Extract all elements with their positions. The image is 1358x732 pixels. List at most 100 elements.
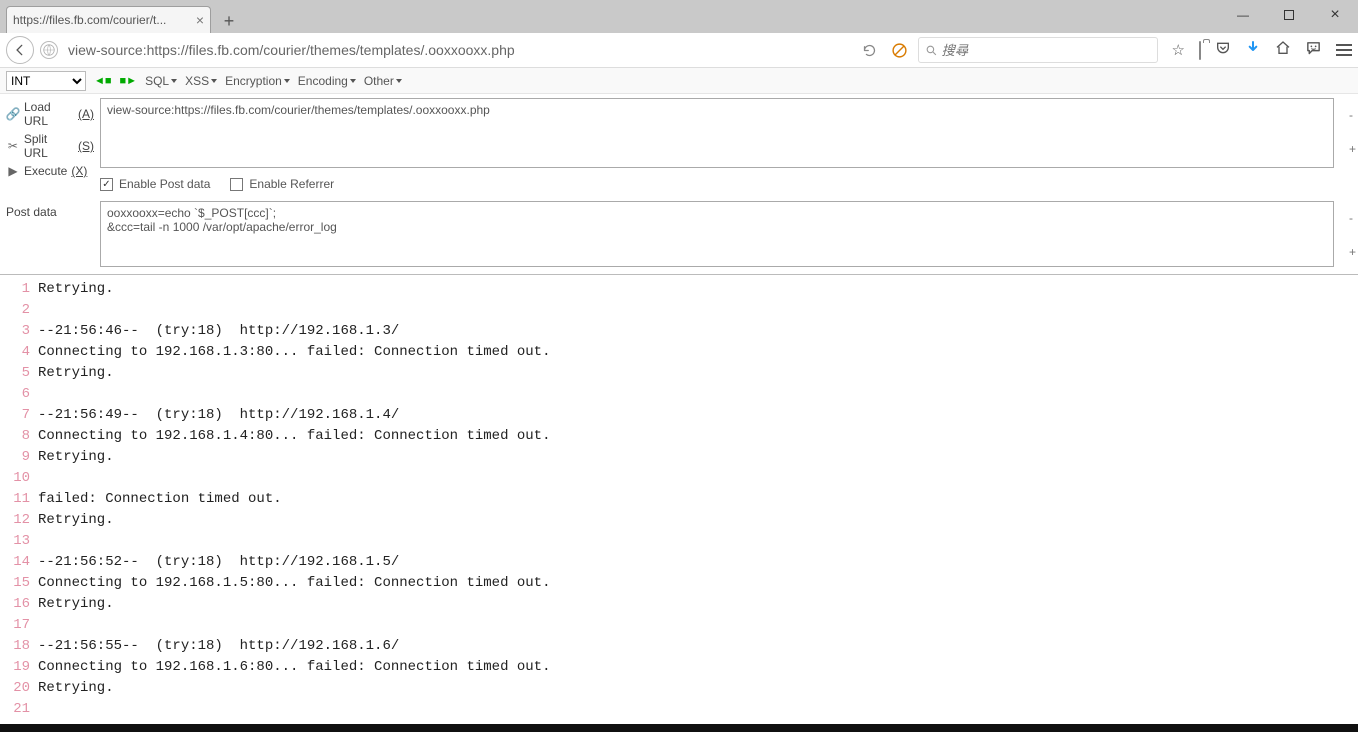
- tab-strip: https://files.fb.com/courier/t... × + — …: [0, 0, 1358, 33]
- hackbar-prev-icon[interactable]: ◄■: [94, 75, 112, 87]
- post-grow-icon[interactable]: +: [1349, 237, 1356, 267]
- line-text: Connecting to 192.168.1.3:80... failed: …: [38, 342, 550, 363]
- bookmark-star-icon[interactable]: ☆: [1172, 41, 1185, 59]
- line-number: 10: [4, 468, 38, 489]
- hackbar-menu-encoding[interactable]: Encoding: [298, 74, 356, 88]
- checkbox-checked-icon: ✓: [100, 178, 113, 191]
- hackbar-menu-encryption[interactable]: Encryption: [225, 74, 290, 88]
- line-number: 15: [4, 573, 38, 594]
- post-data-label: Post data: [0, 197, 100, 274]
- noscript-icon[interactable]: [888, 38, 912, 62]
- line-number: 13: [4, 531, 38, 552]
- link-icon: 🔗: [6, 107, 20, 121]
- line-text: --21:56:52-- (try:18) http://192.168.1.5…: [38, 552, 399, 573]
- split-url-label: Split URL: [24, 132, 74, 160]
- hello-icon[interactable]: [1305, 40, 1322, 61]
- source-line: 2: [4, 300, 1358, 321]
- line-number: 9: [4, 447, 38, 468]
- line-text: --21:56:46-- (try:18) http://192.168.1.3…: [38, 321, 399, 342]
- hackbar-menu-sql[interactable]: SQL: [145, 74, 177, 88]
- scissors-icon: ✂: [6, 139, 20, 153]
- play-icon: ▶: [6, 164, 20, 178]
- source-line: 15Connecting to 192.168.1.5:80... failed…: [4, 573, 1358, 594]
- search-input[interactable]: [942, 43, 1151, 58]
- pocket-icon[interactable]: [1215, 40, 1231, 60]
- source-line: 8Connecting to 192.168.1.4:80... failed:…: [4, 426, 1358, 447]
- hackbar-next-icon[interactable]: ■►: [120, 75, 138, 87]
- hamburger-icon: [1336, 44, 1352, 56]
- minimize-button[interactable]: —: [1220, 0, 1266, 30]
- navigation-toolbar: ☆: [0, 33, 1358, 68]
- load-url-label: Load URL: [24, 100, 74, 128]
- hackbar-post-main: - +: [100, 197, 1358, 274]
- source-line: 11failed: Connection timed out.: [4, 489, 1358, 510]
- hackbar-toolbar: INT ◄■ ■► SQL XSS Encryption Encoding Ot…: [0, 68, 1358, 94]
- enable-referrer-label: Enable Referrer: [249, 177, 334, 191]
- split-url-button[interactable]: ✂ Split URL (S): [6, 130, 94, 162]
- hackbar-side-actions: 🔗 Load URL (A) ✂ Split URL (S) ▶ Execute…: [0, 94, 100, 197]
- source-line: 10: [4, 468, 1358, 489]
- site-identity-icon[interactable]: [40, 41, 58, 59]
- source-line: 7--21:56:49-- (try:18) http://192.168.1.…: [4, 405, 1358, 426]
- menu-button[interactable]: [1336, 44, 1352, 56]
- hackbar-url-textarea[interactable]: [100, 98, 1334, 168]
- new-tab-button[interactable]: +: [217, 9, 241, 33]
- post-data-textarea[interactable]: [100, 201, 1334, 267]
- hackbar-post-resize: - +: [1349, 203, 1356, 267]
- home-icon[interactable]: [1275, 40, 1291, 60]
- line-number: 4: [4, 342, 38, 363]
- line-number: 5: [4, 363, 38, 384]
- blocked-icon: [891, 42, 908, 59]
- line-text: --21:56:55-- (try:18) http://192.168.1.6…: [38, 636, 399, 657]
- source-line: 16Retrying.: [4, 594, 1358, 615]
- source-line: 12Retrying.: [4, 510, 1358, 531]
- line-text: Connecting to 192.168.1.6:80... failed: …: [38, 657, 550, 678]
- source-line: 4Connecting to 192.168.1.3:80... failed:…: [4, 342, 1358, 363]
- close-tab-icon[interactable]: ×: [196, 12, 204, 28]
- line-number: 12: [4, 510, 38, 531]
- hackbar-url-resize: - +: [1349, 100, 1356, 164]
- hackbar-postdata-row: Post data - +: [0, 197, 1358, 275]
- load-url-button[interactable]: 🔗 Load URL (A): [6, 98, 94, 130]
- line-number: 16: [4, 594, 38, 615]
- line-text: Connecting to 192.168.1.4:80... failed: …: [38, 426, 550, 447]
- reload-button[interactable]: [858, 38, 882, 62]
- maximize-button[interactable]: [1266, 0, 1312, 30]
- url-shrink-icon[interactable]: -: [1349, 100, 1356, 130]
- source-line: 13: [4, 531, 1358, 552]
- line-number: 14: [4, 552, 38, 573]
- enable-post-label: Enable Post data: [119, 177, 210, 191]
- post-shrink-icon[interactable]: -: [1349, 203, 1356, 233]
- taskbar: [0, 724, 1358, 732]
- enable-referrer-checkbox[interactable]: Enable Referrer: [230, 177, 334, 191]
- line-number: 1: [4, 279, 38, 300]
- downloads-icon[interactable]: [1245, 40, 1261, 61]
- hackbar-menu-other[interactable]: Other: [364, 74, 402, 88]
- hackbar-url-main: - + ✓ Enable Post data Enable Referrer: [100, 94, 1358, 197]
- execute-label: Execute: [24, 164, 67, 178]
- checkbox-unchecked-icon: [230, 178, 243, 191]
- back-button[interactable]: [6, 36, 34, 64]
- browser-tab[interactable]: https://files.fb.com/courier/t... ×: [6, 6, 211, 33]
- url-bar[interactable]: [64, 37, 852, 63]
- hackbar-menu-xss[interactable]: XSS: [185, 74, 217, 88]
- line-number: 3: [4, 321, 38, 342]
- split-url-shortcut: (S): [78, 139, 94, 153]
- search-box[interactable]: [918, 37, 1158, 63]
- source-line: 5Retrying.: [4, 363, 1358, 384]
- enable-post-checkbox[interactable]: ✓ Enable Post data: [100, 177, 210, 191]
- search-icon: [925, 44, 938, 57]
- view-source-pane[interactable]: 1Retrying.23--21:56:46-- (try:18) http:/…: [0, 275, 1358, 712]
- execute-button[interactable]: ▶ Execute (X): [6, 162, 94, 180]
- execute-shortcut: (X): [71, 164, 87, 178]
- close-window-button[interactable]: ×: [1312, 0, 1358, 30]
- line-number: 18: [4, 636, 38, 657]
- url-grow-icon[interactable]: +: [1349, 134, 1356, 164]
- tab-title: https://files.fb.com/courier/t...: [13, 13, 166, 27]
- line-text: Retrying.: [38, 510, 114, 531]
- source-line: 14--21:56:52-- (try:18) http://192.168.1…: [4, 552, 1358, 573]
- source-line: 18--21:56:55-- (try:18) http://192.168.1…: [4, 636, 1358, 657]
- hackbar-type-select[interactable]: INT: [6, 71, 86, 91]
- clipboard-icon[interactable]: [1199, 42, 1201, 59]
- line-text: Retrying.: [38, 279, 114, 300]
